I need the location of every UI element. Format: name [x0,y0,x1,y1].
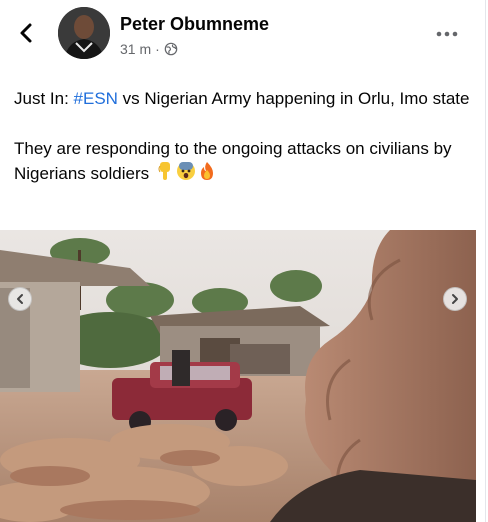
post-timestamp[interactable]: 31 m [120,41,151,57]
post-header: Peter Obumneme 31 m · [0,0,488,70]
pointing-down-emoji [156,161,174,188]
post-meta: 31 m · [120,41,178,57]
video-scene [0,230,476,522]
page-margin [476,0,488,522]
post-card: Peter Obumneme 31 m · Just In: #ESN vs N… [0,0,488,522]
divider [485,0,486,522]
globe-icon [164,42,178,56]
text-line-2: They are responding to the ongoing attac… [14,139,452,183]
meta-separator: · [155,41,160,57]
author-name[interactable]: Peter Obumneme [120,14,269,35]
post-video-frame[interactable] [0,230,476,522]
post-text-paragraph-1: Just In: #ESN vs Nigerian Army happening… [14,86,474,111]
post-text-paragraph-2: They are responding to the ongoing attac… [14,136,474,188]
more-options-icon [436,31,458,37]
text-suffix: vs Nigerian Army happening in Orlu, Imo … [117,89,470,108]
text-prefix: Just In: [14,89,74,108]
fearful-face-emoji [176,161,196,188]
chevron-left-icon [20,23,32,43]
fire-emoji [198,161,216,188]
hashtag-link[interactable]: #ESN [74,89,118,108]
avatar[interactable] [58,7,110,59]
avatar-image [58,7,110,59]
chevron-left-icon [17,294,23,304]
more-options-button[interactable] [434,24,460,44]
back-button[interactable] [14,20,40,46]
carousel-prev-button[interactable] [8,287,32,311]
chevron-right-icon [452,294,458,304]
carousel-next-button[interactable] [443,287,467,311]
post-text: Just In: #ESN vs Nigerian Army happening… [14,86,474,188]
